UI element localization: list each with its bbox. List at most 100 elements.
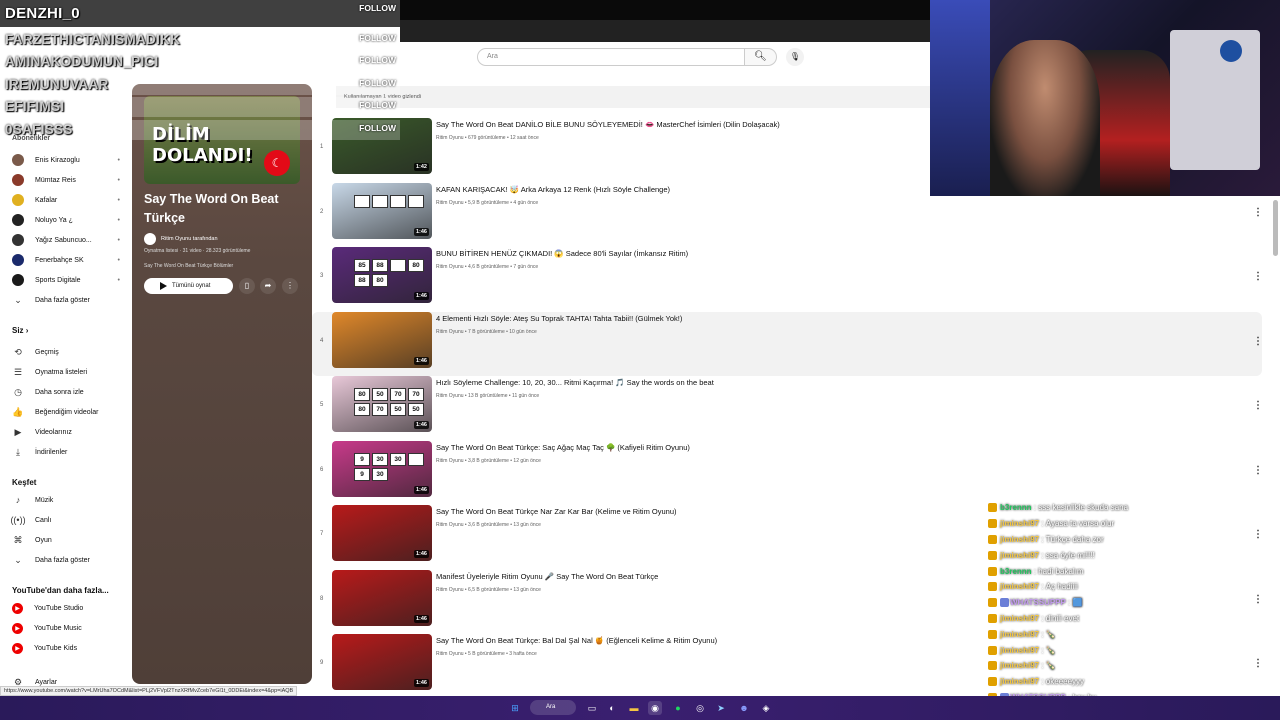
app-icon[interactable]: ◈ — [759, 701, 773, 715]
share-button[interactable]: ➦ — [260, 278, 276, 294]
sidebar-item-you[interactable]: ☰ Oynatma listeleri — [0, 362, 132, 382]
task-view-icon[interactable]: ▭ — [585, 701, 599, 715]
sidebar-subscription[interactable]: Kafalar • — [0, 190, 132, 210]
sidebar-subscription[interactable]: Fenerbahçe SK • — [0, 250, 132, 270]
video-menu-icon[interactable]: ⋮ — [1253, 271, 1263, 282]
video-menu-icon[interactable]: ⋮ — [1253, 465, 1263, 476]
sidebar-item-you[interactable]: 👍 Beğendiğim videolar — [0, 402, 132, 422]
you-title: Siz — [12, 326, 24, 335]
video-title[interactable]: 4 Elementi Hızlı Söyle: Ateş Su Toprak T… — [436, 314, 682, 323]
discord-icon[interactable]: ☻ — [737, 701, 751, 715]
more-options-button[interactable]: ⋮ — [282, 278, 298, 294]
video-menu-icon[interactable]: ⋮ — [1253, 658, 1263, 669]
video-menu-icon[interactable]: ⋮ — [1253, 336, 1263, 347]
video-thumbnail[interactable]: 1:46 — [332, 569, 432, 626]
chat-message: jiminshi97 : Ayasa ta varsa olur — [988, 516, 1228, 532]
show-more-subscriptions[interactable]: ⌄ Daha fazla göster — [0, 290, 132, 310]
chat-separator: : — [1039, 645, 1046, 655]
video-title[interactable]: Say The Word On Beat Türkçe: Saç Ağaç Ma… — [436, 443, 690, 452]
video-title[interactable]: Say The Word On Beat DANİLO BİLE BUNU SÖ… — [436, 120, 780, 129]
chat-badge-icon — [988, 645, 997, 655]
video-menu-icon[interactable]: ⋮ — [1253, 594, 1263, 605]
playlist-video-row[interactable]: 4 1:46 4 Elementi Hızlı Söyle: Ateş Su Top… — [312, 311, 1263, 376]
chat-separator: : — [1039, 613, 1046, 623]
video-menu-icon[interactable]: ⋮ — [1253, 529, 1263, 540]
chat-separator: : — [1065, 598, 1073, 608]
video-thumbnail[interactable]: 1:46 — [332, 634, 432, 690]
chat-message: jiminshi97 : dinili evet — [988, 611, 1228, 627]
sidebar-item-explore-label: Daha fazla göster — [35, 556, 90, 564]
sidebar-item-you[interactable]: ▶ Videolarınız — [0, 422, 132, 442]
page-scrollbar[interactable] — [1273, 200, 1278, 256]
windows-start-icon[interactable]: ⊞ — [508, 701, 522, 715]
video-thumbnail[interactable]: 85 88 80 88 80 1:46 — [332, 247, 432, 303]
sidebar-subscription[interactable]: Noluyo Ya ¿ • — [0, 210, 132, 230]
channel-avatar — [12, 274, 24, 286]
sidebar-item-youtube-app[interactable]: ▶ YouTube Kids — [0, 638, 132, 658]
you-section-title[interactable]: Siz › — [0, 322, 132, 340]
video-title[interactable]: BUNU BİTİREN HENÜZ ÇIKMADI! 😱 Sadece 80'… — [436, 249, 688, 258]
playlist-video-row[interactable]: 5 80 50 70 70 80 70 50 50 1:46 Hızlı Söyleme Chall… — [312, 376, 1263, 441]
taskbar-search[interactable]: Ara — [530, 700, 576, 715]
playlist-subtitle: Say The Word On Beat Türkçe Bölümler — [144, 263, 234, 269]
video-menu-icon[interactable]: ⋮ — [1253, 400, 1263, 411]
edge-browser-icon[interactable]: ◐ — [605, 701, 619, 715]
chevron-down-icon: ⌄ — [14, 294, 22, 305]
video-meta: Ritim Oyunu • 13 B görüntüleme • 11 gün … — [436, 393, 540, 399]
video-thumbnail[interactable]: 1:46 — [332, 182, 432, 239]
chat-badge-icon — [988, 582, 997, 592]
search-input[interactable]: Ara — [477, 48, 745, 66]
youtube-logo-icon: ▶ — [12, 622, 23, 634]
spotify-icon[interactable]: ● — [671, 701, 685, 715]
search-button[interactable]: 🔍︎ — [745, 48, 777, 66]
chrome-icon[interactable]: ◉ — [648, 701, 662, 715]
video-thumbnail[interactable]: 1:46 — [332, 505, 432, 561]
file-explorer-icon[interactable]: ▬ — [627, 701, 641, 715]
video-thumbnail[interactable]: 1:46 — [332, 311, 432, 368]
playlist-video-row[interactable]: 6 9 30 30 9 30 1:46 Say The Word On Beat Türkçe… — [312, 440, 1263, 506]
sidebar-item-explore[interactable]: ⌘ Oyun — [0, 530, 132, 550]
sidebar-subscription[interactable]: Mümtaz Reis • — [0, 170, 132, 190]
chat-username: jiminshi97 — [1000, 661, 1040, 671]
subscription-label: Yağız Sabuncuo... — [35, 236, 92, 244]
sidebar-subscription[interactable]: Yağız Sabuncuo... • — [0, 230, 132, 250]
sidebar-subscription[interactable]: Sports Digitale • — [0, 270, 132, 290]
chat-text: hadi bakalım — [1038, 566, 1084, 576]
video-menu-icon[interactable]: ⋮ — [1253, 207, 1263, 218]
video-thumbnail[interactable]: 9 30 30 9 30 1:46 — [332, 440, 432, 497]
chat-separator: : — [1039, 629, 1046, 639]
voice-search-button[interactable]: 🎙︎ — [786, 48, 804, 66]
thumbnail-number-grid: 80 50 70 70 80 70 50 50 — [354, 388, 424, 416]
sidebar-item-you[interactable]: ⤓ İndirilenler — [0, 442, 132, 462]
thumbnail-number-grid: 9 30 30 9 30 — [354, 452, 424, 481]
chat-badge-icon — [988, 550, 997, 560]
video-title[interactable]: Say The Word On Beat Türkçe Nar Zar Kar … — [436, 507, 677, 516]
sidebar-item-you[interactable]: ⟲ Geçmiş — [0, 342, 132, 362]
playlist-video-row[interactable]: 3 85 88 80 88 80 1:46 BUNU BİTİREN HENÜZ ÇIKMAD… — [312, 247, 1263, 312]
sidebar-item-explore[interactable]: ((•)) Canlı — [0, 510, 132, 530]
follow-label: FOLLOW — [359, 55, 396, 65]
steam-icon[interactable]: ➤ — [714, 701, 728, 715]
play-all-button[interactable]: Tümünü oynat — [144, 278, 233, 294]
chat-text: dinili evet — [1045, 613, 1080, 623]
video-title[interactable]: Say The Word On Beat Türkçe: Bal Dal Şal… — [436, 636, 717, 645]
obs-icon[interactable]: ◎ — [693, 701, 707, 715]
grid-cell: 85 — [354, 259, 370, 272]
sidebar-item-youtube-app[interactable]: ▶ YouTube Studio — [0, 598, 132, 618]
sidebar-item-youtube-app[interactable]: ▶ YouTube Music — [0, 618, 132, 638]
video-thumbnail[interactable]: 80 50 70 70 80 70 50 50 1:46 — [332, 376, 432, 432]
sidebar-item-explore[interactable]: ⌄ Daha fazla göster — [0, 550, 132, 570]
sidebar-item-you[interactable]: ◷ Daha sonra izle — [0, 382, 132, 402]
grid-cell: 70 — [372, 403, 388, 416]
channel-avatar — [12, 234, 24, 246]
playlist-title: Say The Word On Beat Türkçe — [144, 192, 279, 225]
save-playlist-button[interactable]: ▯ — [239, 278, 255, 294]
webcam-streamer — [990, 40, 1100, 196]
playlist-owner[interactable]: Ritim Oyunu tarafından — [144, 233, 218, 245]
video-title[interactable]: KAFAN KARIŞACAK! 🤯 Arka Arkaya 12 Renk (… — [436, 185, 670, 194]
sidebar-item-explore[interactable]: ♪ Müzik — [0, 490, 132, 510]
sidebar-subscription[interactable]: Enis Kirazoglu • — [0, 150, 132, 170]
sidebar-item-explore-label: Canlı — [35, 516, 52, 524]
video-title[interactable]: Manifest Üyeleriyle Ritim Oyunu 🎤 Say Th… — [436, 572, 658, 581]
video-title[interactable]: Hızlı Söyleme Challenge: 10, 20, 30... R… — [436, 378, 714, 387]
